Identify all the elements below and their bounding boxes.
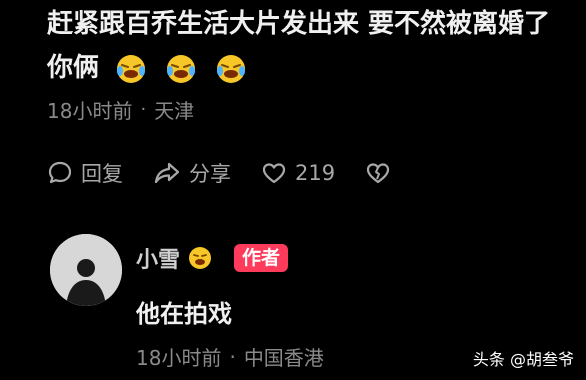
reply-location: 中国香港: [243, 346, 324, 370]
reply-label: 回复: [81, 162, 123, 186]
like-button[interactable]: 219: [261, 161, 335, 185]
reply-meta: 18小时前 · 中国香港: [136, 342, 324, 371]
comment-time: 18小时前: [47, 99, 133, 123]
comment-text-line2-row: 你俩: [47, 46, 577, 90]
reply-username[interactable]: 小雪: [136, 242, 180, 274]
comment-meta: 18小时前 · 天津: [47, 95, 194, 124]
meta-separator: ·: [140, 99, 147, 120]
watermark: 头条 @胡叁爷: [473, 346, 574, 370]
share-arrow-icon: [154, 162, 180, 184]
comment-text-line2: 你俩: [47, 53, 100, 83]
comment-text-line1: 赶紧跟百乔生活大片发出来 要不然被离婚了: [47, 9, 551, 39]
comment-actions: 回复 分享 219: [47, 158, 421, 188]
author-badge: 作者: [234, 244, 289, 272]
watermark-text: 头条 @胡叁爷: [472, 350, 574, 369]
speech-bubble-icon: [48, 161, 72, 184]
broken-heart-icon: [366, 163, 390, 184]
meta-separator: ·: [229, 344, 236, 369]
dislike-button[interactable]: [365, 161, 391, 185]
laughing-crying-emoji-icon: [117, 54, 146, 83]
like-count: 219: [295, 161, 336, 185]
reply-text: 他在拍戏: [136, 300, 232, 328]
avatar[interactable]: [50, 234, 122, 306]
comment-location: 天津: [154, 99, 195, 123]
share-button[interactable]: 分享: [153, 158, 231, 188]
reply-time: 18小时前: [136, 346, 222, 370]
heart-icon: [262, 163, 286, 184]
grinning-emoji-icon: [189, 247, 212, 269]
reply-button[interactable]: 回复: [47, 158, 123, 188]
reply-header: 小雪 作者: [136, 242, 289, 274]
share-label: 分享: [189, 162, 231, 186]
emoji-row: [116, 54, 246, 84]
laughing-crying-emoji-icon: [217, 54, 246, 83]
laughing-crying-emoji-icon: [167, 54, 196, 83]
user-silhouette-icon: [50, 234, 122, 306]
comment-body: 赶紧跟百乔生活大片发出来 要不然被离婚了 你俩: [47, 2, 577, 90]
